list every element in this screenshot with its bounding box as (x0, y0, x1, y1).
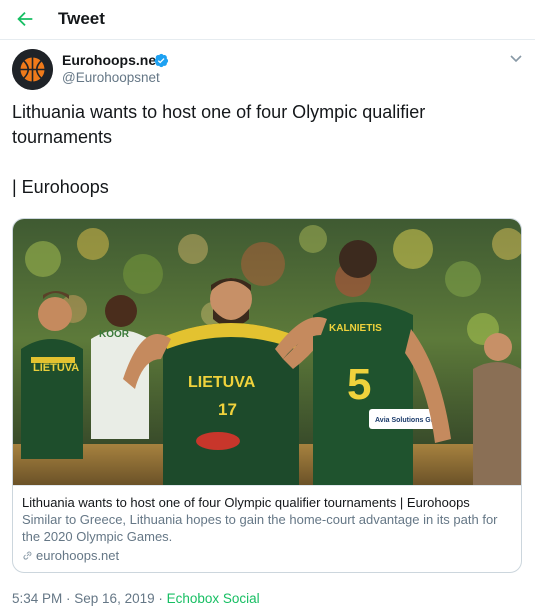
meta-separator-2: · (154, 591, 167, 606)
tweet-source-link[interactable]: Echobox Social (167, 591, 260, 606)
card-description: Similar to Greece, Lithuania hopes to ga… (22, 512, 498, 544)
jersey-text-partial: KOOR (99, 329, 130, 340)
chevron-down-icon[interactable] (508, 52, 524, 66)
meta-separator: · (62, 591, 75, 606)
card-image: LIETUVA KOOR LIETUVA 17 KALNIETIS 5 Avia… (13, 219, 521, 485)
card-body: Lithuania wants to host one of four Olym… (13, 485, 521, 564)
page-title: Tweet (58, 9, 105, 28)
tweet-date[interactable]: Sep 16, 2019 (74, 591, 154, 606)
basketball-logo-icon (12, 49, 53, 90)
back-arrow-icon[interactable] (14, 8, 36, 30)
verified-badge-icon (154, 53, 169, 68)
author-display-name[interactable]: Eurohoops.net (62, 52, 161, 68)
card-domain-text: eurohoops.net (36, 548, 120, 563)
card-domain[interactable]: eurohoops.net (22, 547, 512, 564)
author-handle[interactable]: @Eurohoopsnet (62, 70, 160, 85)
jersey-text-center: LIETUVA (188, 374, 256, 391)
tweet-meta: 5:34 PM · Sep 16, 2019 · Echobox Social (12, 591, 260, 606)
avatar[interactable] (12, 49, 53, 90)
tweet-text: Lithuania wants to host one of four Olym… (12, 102, 426, 197)
tweet-header: Tweet (0, 0, 535, 40)
link-icon (23, 551, 32, 560)
card-title[interactable]: Lithuania wants to host one of four Olym… (22, 494, 512, 511)
jersey-number-right: 5 (347, 360, 371, 409)
jersey-text-left: LIETUVA (33, 362, 79, 374)
tweet-time[interactable]: 5:34 PM (12, 591, 62, 606)
jersey-name-right: KALNIETIS (329, 323, 382, 334)
link-card[interactable]: LIETUVA KOOR LIETUVA 17 KALNIETIS 5 Avia… (12, 218, 522, 573)
jersey-number-center: 17 (218, 400, 237, 419)
